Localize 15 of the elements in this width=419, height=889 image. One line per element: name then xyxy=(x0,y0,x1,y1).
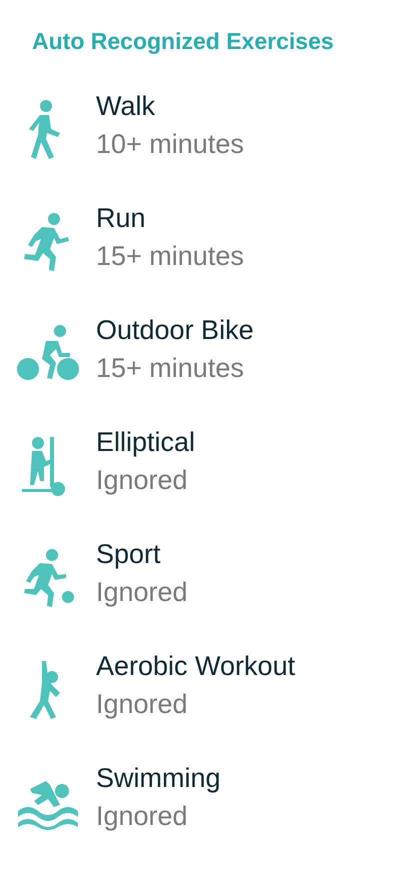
exercise-setting: 10+ minutes xyxy=(96,128,244,160)
exercise-name: Outdoor Bike xyxy=(96,314,254,346)
section-heading: Auto Recognized Exercises xyxy=(32,27,335,56)
exercise-setting: Ignored xyxy=(96,688,189,720)
exercise-setting: Ignored xyxy=(96,576,188,608)
exercise-name: Elliptical xyxy=(96,426,196,458)
exercise-name: Aerobic Workout xyxy=(96,650,296,682)
exercise-setting: Ignored xyxy=(96,800,189,832)
exercise-setting: 15+ minutes xyxy=(96,352,245,384)
exercise-setting: 15+ minutes xyxy=(96,240,244,272)
exercise-name: Sport xyxy=(96,538,162,570)
exercise-name: Run xyxy=(96,202,147,234)
exercise-setting: Ignored xyxy=(96,464,189,496)
exercise-name: Swimming xyxy=(96,762,221,794)
exercise-name: Walk xyxy=(96,90,156,122)
